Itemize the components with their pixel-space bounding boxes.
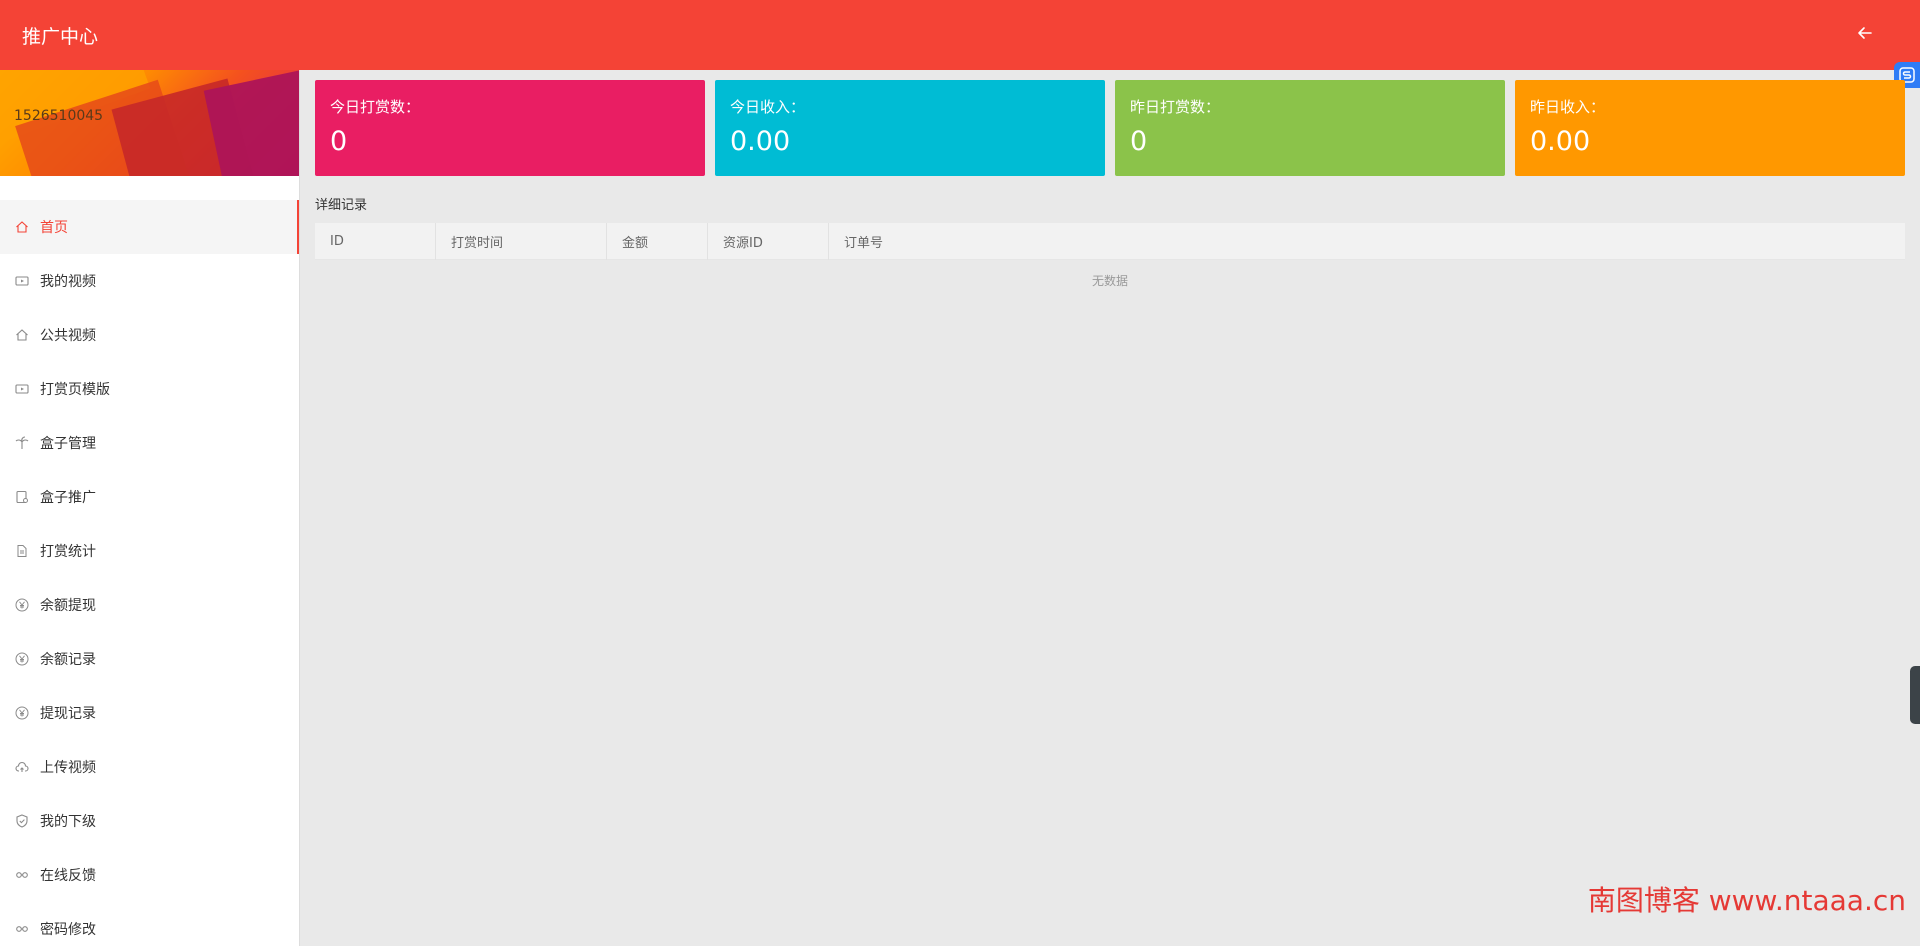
stat-card-3: 昨日收入： 0.00 xyxy=(1515,80,1905,176)
sidebar-item-label: 我的下级 xyxy=(40,814,96,830)
table-header: ID 打赏时间 金额 资源ID 订单号 xyxy=(315,222,1905,260)
yen-icon xyxy=(14,651,30,667)
stat-label: 昨日打赏数： xyxy=(1130,98,1221,116)
sidebar-item-10[interactable]: 上传视频 xyxy=(0,740,299,794)
sidebar-item-2[interactable]: 公共视频 xyxy=(0,308,299,362)
column-header[interactable]: 资源ID xyxy=(708,222,829,260)
sidebar-item-label: 余额提现 xyxy=(40,598,96,614)
back-button[interactable] xyxy=(1850,18,1880,48)
arrow-left-icon xyxy=(1858,27,1872,39)
column-header[interactable]: ID xyxy=(315,222,436,260)
stat-label: 今日收入： xyxy=(730,98,806,116)
top-bar: 推广中心 xyxy=(0,0,1920,70)
stat-card-0: 今日打赏数： 0 xyxy=(315,80,705,176)
yen-icon xyxy=(14,597,30,613)
sidebar-item-1[interactable]: 我的视频 xyxy=(0,254,299,308)
sidebar-item-label: 上传视频 xyxy=(40,760,96,776)
doc-icon xyxy=(14,543,30,559)
sidebar-item-5[interactable]: 盒子推广 xyxy=(0,470,299,524)
stat-value: 0 xyxy=(1130,126,1148,157)
sidebar-item-label: 在线反馈 xyxy=(40,868,96,884)
sidebar-item-label: 提现记录 xyxy=(40,706,96,722)
page-icon xyxy=(14,489,30,505)
palm-icon xyxy=(14,435,30,451)
stat-label: 今日打赏数： xyxy=(330,98,421,116)
column-header[interactable]: 打赏时间 xyxy=(436,222,607,260)
sidebar-item-6[interactable]: 打赏统计 xyxy=(0,524,299,578)
sidebar-item-13[interactable]: 密码修改 xyxy=(0,902,299,946)
stats-cards: 今日打赏数： 0 今日收入： 0.00 昨日打赏数： 0 昨日收入： 0.00 xyxy=(315,80,1905,176)
stat-card-2: 昨日打赏数： 0 xyxy=(1115,80,1505,176)
stat-card-1: 今日收入： 0.00 xyxy=(715,80,1105,176)
user-banner: 1526510045 xyxy=(0,70,299,176)
records-title: 详细记录 xyxy=(315,198,368,213)
sidebar-item-label: 我的视频 xyxy=(40,274,96,290)
page-title: 推广中心 xyxy=(22,25,99,48)
shield-icon xyxy=(14,813,30,829)
sidebar-item-11[interactable]: 我的下级 xyxy=(0,794,299,848)
sidebar-item-8[interactable]: 余额记录 xyxy=(0,632,299,686)
sidebar-item-label: 密码修改 xyxy=(40,922,96,938)
empty-state: 无数据 xyxy=(315,260,1905,289)
sidebar-item-label: 打赏统计 xyxy=(40,544,96,560)
sidebar-menu: 首页我的视频公共视频打赏页模版盒子管理盒子推广打赏统计余额提现余额记录提现记录上… xyxy=(0,200,299,946)
column-header[interactable]: 金额 xyxy=(607,222,708,260)
sidebar-item-label: 盒子管理 xyxy=(40,436,96,452)
stat-value: 0.00 xyxy=(730,126,791,157)
main-content: 今日打赏数： 0 今日收入： 0.00 昨日打赏数： 0 昨日收入： 0.00 详细记录 ID… xyxy=(301,70,1920,946)
stat-value: 0 xyxy=(330,126,348,157)
cloud-upload-icon xyxy=(14,759,30,775)
sidebar-item-label: 公共视频 xyxy=(40,328,96,344)
sidebar-item-9[interactable]: 提现记录 xyxy=(0,686,299,740)
watermark: 南图博客 www.ntaaa.cn xyxy=(1587,884,1906,917)
sidebar-item-0[interactable]: 首页 xyxy=(0,200,299,254)
stat-value: 0.00 xyxy=(1530,126,1591,157)
sidebar-item-label: 盒子推广 xyxy=(40,490,96,506)
link-icon xyxy=(14,921,30,937)
sidebar-item-12[interactable]: 在线反馈 xyxy=(0,848,299,902)
sidebar-item-3[interactable]: 打赏页模版 xyxy=(0,362,299,416)
yen-icon xyxy=(14,705,30,721)
video-icon xyxy=(14,273,30,289)
column-header[interactable]: 订单号 xyxy=(829,223,1905,260)
home-icon xyxy=(14,219,30,235)
sidebar-item-label: 首页 xyxy=(40,220,68,236)
stat-label: 昨日收入： xyxy=(1530,98,1606,116)
video-icon xyxy=(14,381,30,397)
sidebar-item-label: 打赏页模版 xyxy=(40,382,110,398)
records-table: ID 打赏时间 金额 资源ID 订单号 无数据 xyxy=(315,222,1905,289)
sidebar: 1526510045 首页我的视频公共视频打赏页模版盒子管理盒子推广打赏统计余额… xyxy=(0,70,300,946)
sidebar-item-7[interactable]: 余额提现 xyxy=(0,578,299,632)
home-icon xyxy=(14,327,30,343)
sidebar-item-4[interactable]: 盒子管理 xyxy=(0,416,299,470)
username: 1526510045 xyxy=(14,108,104,124)
link-icon xyxy=(14,867,30,883)
sidebar-item-label: 余额记录 xyxy=(40,652,96,668)
